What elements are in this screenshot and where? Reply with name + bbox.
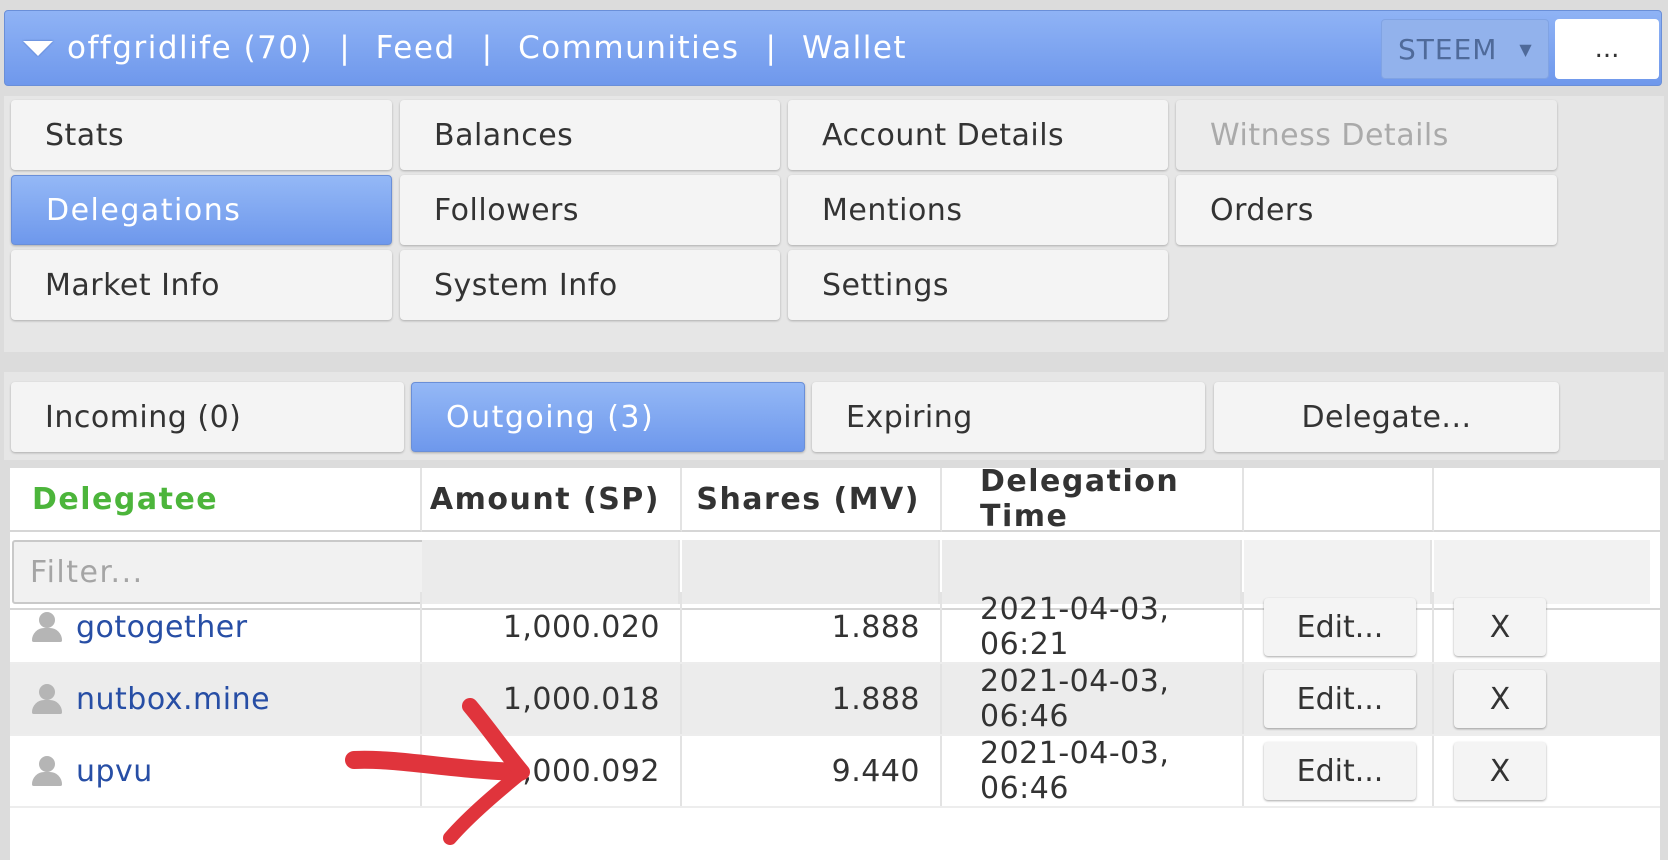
edit-button[interactable]: Edit...	[1264, 670, 1416, 728]
menu-mentions[interactable]: Mentions	[788, 175, 1168, 245]
delegate-button[interactable]: Delegate...	[1214, 382, 1559, 452]
user-icon	[30, 682, 64, 716]
header-shares[interactable]: Shares (MV)	[682, 468, 942, 532]
tab-outgoing[interactable]: Outgoing (3)	[411, 382, 805, 452]
top-nav-bar: offgridlife (70) | Feed | Communities | …	[4, 10, 1662, 86]
chevron-down-icon: ▼	[1519, 39, 1533, 59]
table-row: gotogether 1,000.020 1.888 2021-04-03, 0…	[10, 592, 1660, 664]
time-cell: 2021-04-03, 06:46	[942, 664, 1244, 734]
menu-followers[interactable]: Followers	[400, 175, 780, 245]
shares-cell: 1.888	[682, 592, 942, 662]
nav-communities[interactable]: Communities	[518, 30, 739, 66]
delegatee-link[interactable]: gotogether	[76, 610, 248, 645]
account-name[interactable]: offgridlife (70)	[67, 30, 313, 66]
header-edit	[1244, 468, 1434, 532]
table-row: nutbox.mine 1,000.018 1.888 2021-04-03, …	[10, 664, 1660, 736]
nav-separator: |	[481, 30, 493, 66]
edit-button[interactable]: Edit...	[1264, 598, 1416, 656]
menu-stats[interactable]: Stats	[11, 100, 392, 170]
delegatee-link[interactable]: nutbox.mine	[76, 682, 270, 717]
edit-button[interactable]: Edit...	[1264, 742, 1416, 800]
main-menu: Stats Balances Account Details Witness D…	[4, 96, 1664, 352]
header-remove	[1434, 468, 1660, 532]
nav-separator: |	[339, 30, 350, 66]
nav-wallet[interactable]: Wallet	[802, 30, 907, 66]
delegatee-cell: upvu	[10, 736, 422, 806]
currency-label: STEEM	[1398, 32, 1498, 66]
table-row: upvu 5,000.092 9.440 2021-04-03, 06:46 E…	[10, 736, 1660, 808]
shares-cell: 1.888	[682, 664, 942, 734]
menu-orders[interactable]: Orders	[1176, 175, 1557, 245]
currency-select[interactable]: STEEM ▼	[1381, 19, 1549, 79]
tab-incoming[interactable]: Incoming (0)	[11, 382, 404, 452]
nav-feed[interactable]: Feed	[376, 30, 456, 66]
remove-button[interactable]: X	[1454, 670, 1546, 728]
tab-expiring[interactable]: Expiring	[812, 382, 1205, 452]
delegatee-cell: nutbox.mine	[10, 664, 422, 734]
delegatee-link[interactable]: upvu	[76, 754, 153, 789]
menu-settings[interactable]: Settings	[788, 250, 1168, 320]
remove-button[interactable]: X	[1454, 598, 1546, 656]
amount-cell: 5,000.092	[422, 736, 682, 806]
amount-cell: 1,000.018	[422, 664, 682, 734]
user-icon	[30, 754, 64, 788]
menu-balances[interactable]: Balances	[400, 100, 780, 170]
time-cell: 2021-04-03, 06:46	[942, 736, 1244, 806]
amount-cell: 1,000.020	[422, 592, 682, 662]
header-delegatee[interactable]: Delegatee	[10, 468, 422, 532]
delegations-table: Delegatee Amount (SP) Shares (MV) Delega…	[10, 464, 1660, 860]
header-time[interactable]: Delegation Time	[942, 464, 1244, 534]
header-amount[interactable]: Amount (SP)	[422, 468, 682, 532]
more-button[interactable]: ...	[1555, 19, 1659, 79]
delegation-tabs: Incoming (0) Outgoing (3) Expiring Deleg…	[4, 372, 1664, 460]
account-dropdown-icon[interactable]	[23, 40, 53, 56]
time-cell: 2021-04-03, 06:21	[942, 592, 1244, 662]
remove-button[interactable]: X	[1454, 742, 1546, 800]
menu-system-info[interactable]: System Info	[400, 250, 780, 320]
nav-separator: |	[765, 30, 776, 66]
menu-account-details[interactable]: Account Details	[788, 100, 1168, 170]
menu-delegations[interactable]: Delegations	[11, 175, 392, 245]
delegatee-cell: gotogether	[10, 592, 422, 662]
menu-witness-details: Witness Details	[1176, 100, 1557, 170]
menu-market-info[interactable]: Market Info	[11, 250, 392, 320]
shares-cell: 9.440	[682, 736, 942, 806]
user-icon	[30, 610, 64, 644]
